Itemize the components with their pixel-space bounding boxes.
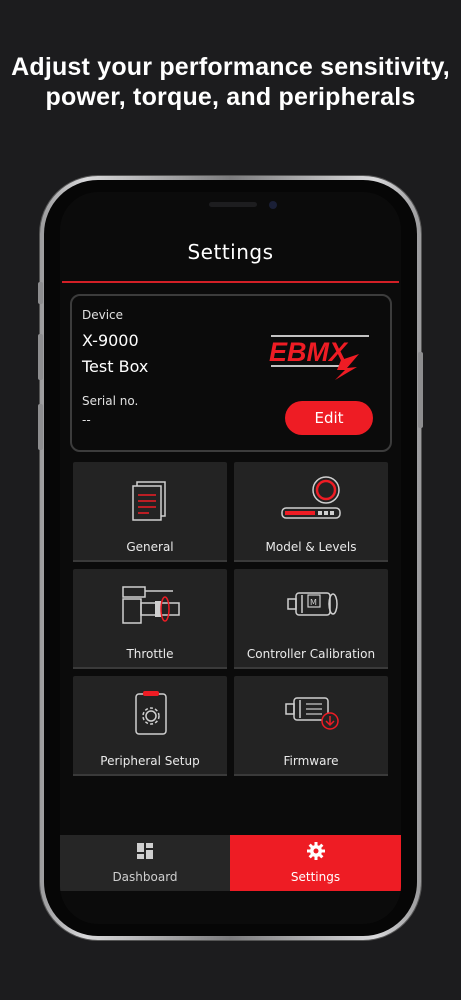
device-label: Device bbox=[82, 308, 124, 322]
tile-underline bbox=[234, 667, 388, 669]
device-name: X-9000 Test Box bbox=[82, 328, 148, 380]
device-name-line-2: Test Box bbox=[82, 357, 149, 376]
device-name-line-1: X-9000 bbox=[82, 331, 139, 350]
tile-label: Firmware bbox=[283, 754, 339, 768]
tile-label: General bbox=[126, 540, 174, 554]
tile-throttle[interactable]: Throttle bbox=[73, 569, 227, 669]
tile-general[interactable]: General bbox=[73, 462, 227, 562]
svg-text:M: M bbox=[310, 598, 317, 607]
speaker-grille bbox=[209, 202, 257, 207]
tile-controller-calibration[interactable]: M Controller Calibration bbox=[234, 569, 388, 669]
serial-label: Serial no. bbox=[82, 394, 139, 408]
logo-text: EBMX bbox=[269, 337, 349, 367]
throttle-icon bbox=[122, 586, 180, 624]
level-gauge-icon bbox=[281, 476, 341, 519]
gear-icon bbox=[306, 842, 325, 860]
tab-settings-label: Settings bbox=[290, 870, 341, 884]
tile-label: Model & Levels bbox=[265, 540, 357, 554]
tile-label: Throttle bbox=[126, 647, 174, 661]
page-title: Settings bbox=[187, 240, 274, 264]
device-card: Device X-9000 Test Box Serial no. -- EBM… bbox=[70, 294, 392, 452]
tab-dashboard-label: Dashboard bbox=[112, 870, 178, 884]
headline-line-1: Adjust your performance sensitivity, bbox=[11, 53, 450, 81]
dashboard-grid-icon bbox=[137, 843, 153, 859]
bottom-tab-bar: Dashboard Settings bbox=[60, 835, 401, 891]
edit-device-button[interactable]: Edit bbox=[285, 401, 373, 435]
tile-underline bbox=[234, 774, 388, 776]
phone-side-button bbox=[418, 352, 423, 428]
tile-underline bbox=[234, 560, 388, 562]
tile-label: Peripheral Setup bbox=[100, 754, 200, 768]
document-icon bbox=[132, 481, 166, 521]
clipboard-gear-icon bbox=[135, 691, 167, 735]
tile-peripheral-setup[interactable]: Peripheral Setup bbox=[73, 676, 227, 776]
tab-dashboard[interactable]: Dashboard bbox=[60, 835, 230, 891]
tile-label: Controller Calibration bbox=[246, 647, 376, 661]
headline-line-2: power, torque, and peripherals bbox=[45, 83, 416, 111]
promo-headline: Adjust your performance sensitivity, pow… bbox=[0, 52, 461, 112]
title-divider bbox=[62, 281, 399, 283]
tile-underline bbox=[73, 560, 227, 562]
phone-side-button bbox=[38, 404, 43, 450]
tile-underline bbox=[73, 667, 227, 669]
phone-side-button bbox=[38, 334, 43, 380]
tile-firmware[interactable]: Firmware bbox=[234, 676, 388, 776]
motor-download-icon bbox=[285, 697, 339, 730]
front-camera bbox=[269, 201, 277, 209]
phone-side-button bbox=[38, 282, 43, 304]
tile-model-levels[interactable]: Model & Levels bbox=[234, 462, 388, 562]
serial-value: -- bbox=[82, 413, 91, 427]
ebmx-logo: EBMX bbox=[269, 335, 369, 380]
motor-icon: M bbox=[287, 592, 338, 616]
tab-settings[interactable]: Settings bbox=[230, 835, 401, 891]
app-screen: Settings Device X-9000 Test Box Serial n… bbox=[60, 192, 401, 924]
tile-underline bbox=[73, 774, 227, 776]
